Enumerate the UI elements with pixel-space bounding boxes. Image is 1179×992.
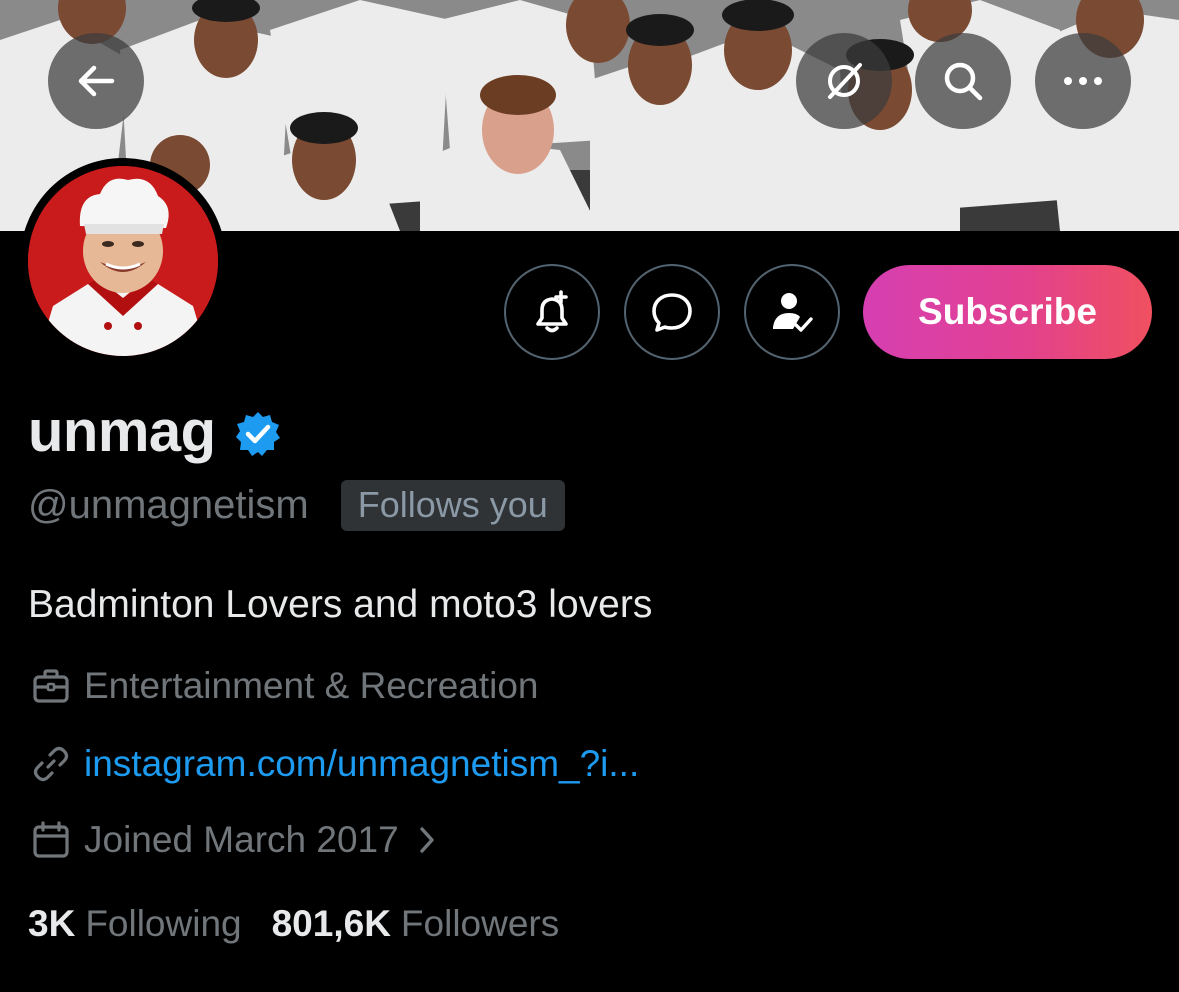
calendar-icon	[33, 821, 69, 858]
follow-stats: 3K Following 801,6K Followers	[28, 903, 559, 945]
link-row[interactable]: instagram.com/unmagnetism_?i...	[30, 743, 639, 785]
follows-you-badge: Follows you	[340, 480, 565, 531]
profile-link[interactable]: instagram.com/unmagnetism_?i...	[84, 743, 639, 785]
search-icon	[944, 62, 983, 101]
grok-icon	[828, 63, 862, 99]
avatar-image	[28, 166, 218, 356]
subscribe-button[interactable]: Subscribe	[863, 265, 1152, 359]
notifications-button[interactable]	[504, 264, 600, 360]
grok-button[interactable]	[796, 33, 892, 129]
category-row: Entertainment & Recreation	[30, 665, 539, 707]
followers-count: 801,6K	[271, 903, 391, 944]
subscribe-label: Subscribe	[918, 291, 1097, 332]
following-count: 3K	[28, 903, 76, 944]
link-icon	[33, 746, 69, 782]
handle-row: @unmagnetism Follows you	[28, 480, 565, 531]
display-name-row: unmag	[28, 398, 282, 465]
following-button[interactable]	[744, 264, 840, 360]
more-horizontal-icon	[1064, 77, 1102, 85]
joined-text: Joined March 2017	[84, 819, 399, 860]
avatar[interactable]	[20, 158, 226, 364]
handle: @unmagnetism	[28, 483, 309, 527]
back-button[interactable]	[48, 33, 144, 129]
verified-badge-icon[interactable]	[234, 410, 282, 458]
message-button[interactable]	[624, 264, 720, 360]
chevron-right-icon	[420, 827, 434, 853]
person-check-icon	[773, 293, 813, 332]
joined-row[interactable]: Joined March 2017	[30, 819, 437, 861]
arrow-left-icon	[78, 65, 115, 97]
followers-stat[interactable]: 801,6K Followers	[272, 903, 560, 945]
following-stat[interactable]: 3K Following	[28, 903, 242, 945]
following-label: Following	[85, 903, 242, 944]
search-button[interactable]	[915, 33, 1011, 129]
message-bubble-icon	[652, 293, 692, 332]
briefcase-icon	[33, 669, 69, 703]
bell-plus-icon	[536, 290, 568, 333]
category-text: Entertainment & Recreation	[84, 665, 539, 706]
display-name: unmag	[28, 399, 216, 464]
bio: Badminton Lovers and moto3 lovers	[28, 583, 653, 626]
followers-label: Followers	[400, 903, 560, 944]
more-button[interactable]	[1035, 33, 1131, 129]
